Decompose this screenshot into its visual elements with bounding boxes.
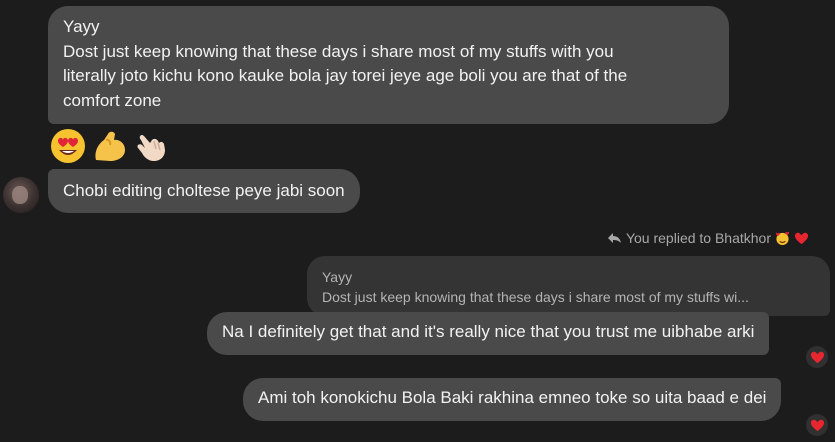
incoming-message[interactable]: Yayy Dost just keep knowing that these d… <box>48 6 729 124</box>
message-line: comfort zone <box>63 90 162 110</box>
message-line: literally joto kichu kono kauke bola jay… <box>63 66 628 85</box>
red-heart-icon <box>794 232 809 244</box>
message-text: Na I definitely get that and it's really… <box>222 322 755 341</box>
red-heart-icon <box>810 419 824 431</box>
message-line: Yayy <box>63 17 100 36</box>
quoted-message[interactable]: Yayy Dost just keep knowing that these d… <box>307 256 830 316</box>
incoming-message[interactable]: Chobi editing choltese peye jabi soon <box>48 169 360 213</box>
message-text: Ami toh konokichu Bola Baki rakhina emne… <box>258 388 767 407</box>
red-heart-icon <box>810 351 824 363</box>
message-text: Chobi editing choltese peye jabi soon <box>63 181 345 200</box>
call-me-hand-icon <box>137 134 165 161</box>
outgoing-message[interactable]: Na I definitely get that and it's really… <box>207 312 770 355</box>
smiling-face-with-hearts-icon <box>775 231 790 245</box>
reaction-badge[interactable] <box>806 414 828 436</box>
message-line: Dost just keep knowing that these days i… <box>63 41 614 61</box>
reply-indicator-text: You replied to Bhatkhor <box>625 230 771 246</box>
reply-arrow-icon <box>607 233 621 243</box>
reaction-badge[interactable] <box>806 346 828 368</box>
avatar-image <box>12 186 28 204</box>
quoted-line: Dost just keep knowing that these days i… <box>322 289 749 305</box>
avatar[interactable] <box>3 177 39 213</box>
emoji-message[interactable] <box>48 126 172 168</box>
flexed-biceps-icon <box>95 131 125 161</box>
quoted-line: Yayy <box>322 269 353 285</box>
outgoing-message[interactable]: Ami toh konokichu Bola Baki rakhina emne… <box>243 378 782 421</box>
heart-eyes-face-icon <box>51 129 85 163</box>
reply-indicator: You replied to Bhatkhor <box>607 230 809 246</box>
